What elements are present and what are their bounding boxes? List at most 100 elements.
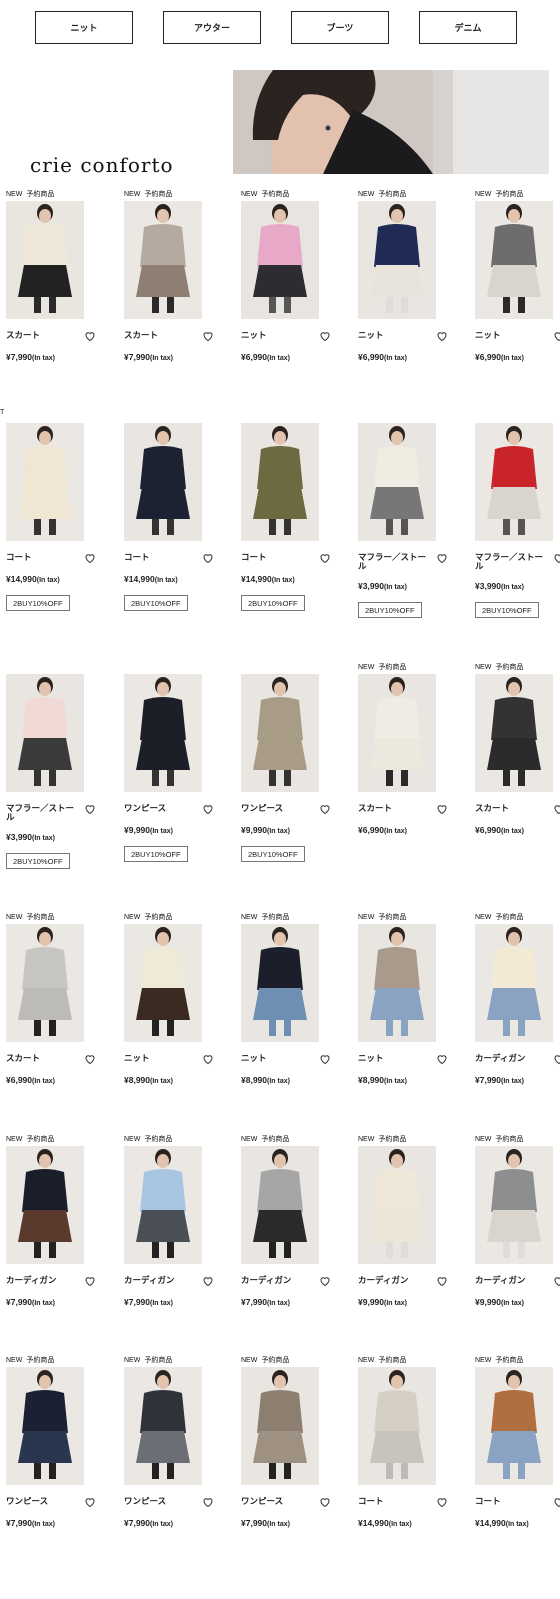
favorite-heart-icon[interactable] [319,802,331,815]
product-image[interactable] [241,423,319,541]
product-image[interactable] [475,1367,553,1485]
favorite-heart-icon[interactable] [84,551,96,564]
product-card[interactable]: NEW 予約商品 ニット ¥6,990(In tax) [241,189,351,389]
product-image[interactable] [358,423,436,541]
product-name[interactable]: スカート [475,804,549,813]
favorite-heart-icon[interactable] [436,802,448,815]
product-image[interactable] [358,924,436,1042]
product-name[interactable]: スカート [6,331,80,340]
product-name[interactable]: コート [475,1497,549,1506]
product-image[interactable] [6,423,84,541]
product-name[interactable]: ニット [124,1054,198,1063]
favorite-heart-icon[interactable] [202,802,214,815]
product-card[interactable]: NEW 予約商品 ワンピース ¥7,990(In tax) [124,1355,234,1555]
product-card[interactable]: NEW 予約商品 カーディガン ¥9,990(In tax) [358,1134,468,1334]
product-name[interactable]: マフラー／ストール [358,553,432,571]
product-name[interactable]: スカート [358,804,432,813]
product-card[interactable]: NEW 予約商品 ニット ¥8,990(In tax) [124,912,234,1112]
product-card[interactable]: コート ¥14,990(In tax) 2BUY10%OFF [124,411,234,611]
product-name[interactable]: ワンピース [241,804,315,813]
favorite-heart-icon[interactable] [84,1495,96,1508]
favorite-heart-icon[interactable] [202,1052,214,1065]
product-image[interactable] [124,423,202,541]
product-image[interactable] [124,1146,202,1264]
favorite-heart-icon[interactable] [319,329,331,342]
product-card[interactable]: マフラー／ストール ¥3,990(In tax) 2BUY10%OFF [358,411,468,618]
product-name[interactable]: カーディガン [124,1276,198,1285]
product-card[interactable]: NEW 予約商品 スカート ¥7,990(In tax) [124,189,234,389]
product-card[interactable]: マフラー／ストール ¥3,990(In tax) 2BUY10%OFF [475,411,560,618]
product-name[interactable]: ワンピース [6,1497,80,1506]
product-name[interactable]: カーディガン [475,1276,549,1285]
product-image[interactable] [6,924,84,1042]
favorite-heart-icon[interactable] [436,329,448,342]
product-card[interactable]: NEW 予約商品 ニット ¥8,990(In tax) [241,912,351,1112]
product-image[interactable] [358,674,436,792]
product-name[interactable]: カーディガン [358,1276,432,1285]
product-image[interactable] [241,1146,319,1264]
favorite-heart-icon[interactable] [436,1052,448,1065]
product-name[interactable]: コート [358,1497,432,1506]
category-button-outer[interactable]: アウター [163,11,261,44]
product-image[interactable] [241,674,319,792]
product-name[interactable]: スカート [6,1054,80,1063]
product-name[interactable]: コート [6,553,80,562]
product-name[interactable]: コート [124,553,198,562]
favorite-heart-icon[interactable] [202,551,214,564]
product-card[interactable]: NEW 予約商品 カーディガン ¥7,990(In tax) [6,1134,116,1334]
product-card[interactable]: NEW 予約商品 スカート ¥6,990(In tax) [475,662,560,862]
product-name[interactable]: マフラー／ストール [6,804,80,822]
product-card[interactable]: コート ¥14,990(In tax) 2BUY10%OFF [241,411,351,611]
product-card[interactable]: NEW 予約商品 カーディガン ¥7,990(In tax) [124,1134,234,1334]
favorite-heart-icon[interactable] [553,1052,560,1065]
product-image[interactable] [358,1367,436,1485]
product-card[interactable]: NEW 予約商品 ニット ¥6,990(In tax) [358,189,468,389]
product-card[interactable]: NEW 予約商品 コート ¥14,990(In tax) [358,1355,468,1555]
favorite-heart-icon[interactable] [84,1052,96,1065]
product-image[interactable] [124,924,202,1042]
product-card[interactable]: NEW 予約商品 コート ¥14,990(In tax) [475,1355,560,1555]
product-card[interactable]: NEW 予約商品 ワンピース ¥7,990(In tax) [6,1355,116,1555]
product-name[interactable]: ワンピース [124,1497,198,1506]
product-card[interactable]: NEW 予約商品 スカート ¥6,990(In tax) [358,662,468,862]
product-card[interactable]: NEW 予約商品 スカート ¥6,990(In tax) [6,912,116,1112]
product-image[interactable] [6,201,84,319]
favorite-heart-icon[interactable] [202,329,214,342]
product-name[interactable]: カーディガン [241,1276,315,1285]
product-image[interactable] [358,1146,436,1264]
product-image[interactable] [241,924,319,1042]
product-card[interactable]: NEW 予約商品 ワンピース ¥7,990(In tax) [241,1355,351,1555]
product-image[interactable] [475,1146,553,1264]
product-name[interactable]: カーディガン [6,1276,80,1285]
product-card[interactable]: NEW 予約商品 ニット ¥6,990(In tax) [475,189,560,389]
category-button-knit[interactable]: ニット [35,11,133,44]
product-card[interactable]: マフラー／ストール ¥3,990(In tax) 2BUY10%OFF [6,662,116,869]
product-name[interactable]: ニット [358,1054,432,1063]
product-name[interactable]: スカート [124,331,198,340]
favorite-heart-icon[interactable] [319,1052,331,1065]
category-button-boots[interactable]: ブーツ [291,11,389,44]
favorite-heart-icon[interactable] [319,1495,331,1508]
favorite-heart-icon[interactable] [202,1495,214,1508]
product-card[interactable]: NEW 予約商品 スカート ¥7,990(In tax) [6,189,116,389]
product-image[interactable] [6,1146,84,1264]
product-image[interactable] [475,201,553,319]
product-image[interactable] [241,1367,319,1485]
product-card[interactable]: ワンピース ¥9,990(In tax) 2BUY10%OFF [124,662,234,862]
product-image[interactable] [241,201,319,319]
product-image[interactable] [124,1367,202,1485]
favorite-heart-icon[interactable] [84,802,96,815]
product-card[interactable]: NEW 予約商品 ニット ¥8,990(In tax) [358,912,468,1112]
product-image[interactable] [475,423,553,541]
favorite-heart-icon[interactable] [553,1495,560,1508]
product-name[interactable]: カーディガン [475,1054,549,1063]
product-image[interactable] [124,201,202,319]
favorite-heart-icon[interactable] [84,329,96,342]
product-card[interactable]: コート ¥14,990(In tax) 2BUY10%OFF [6,411,116,611]
product-image[interactable] [6,1367,84,1485]
product-image[interactable] [6,674,84,792]
product-card[interactable]: NEW 予約商品 カーディガン ¥7,990(In tax) [475,912,560,1112]
favorite-heart-icon[interactable] [202,1274,214,1287]
product-name[interactable]: ニット [475,331,549,340]
product-card[interactable]: ワンピース ¥9,990(In tax) 2BUY10%OFF [241,662,351,862]
